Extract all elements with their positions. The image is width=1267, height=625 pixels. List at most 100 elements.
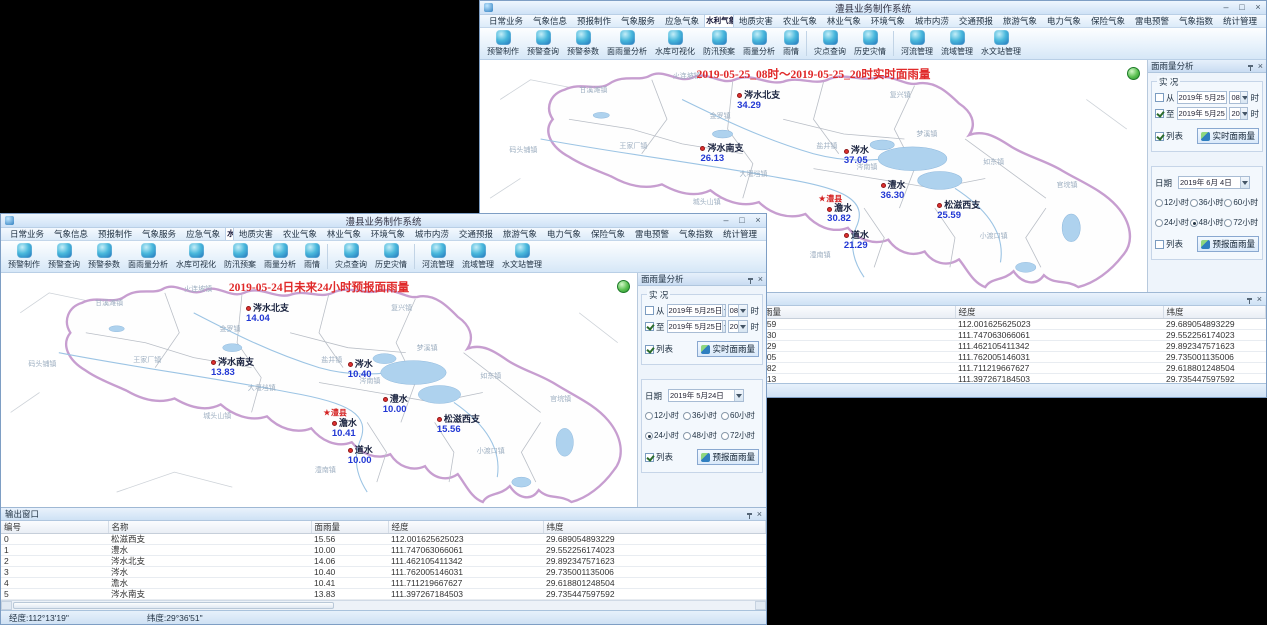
- forecast-rainfall-button[interactable]: 预报面雨量: [1197, 236, 1259, 252]
- tab-水利气象[interactable]: 水利气象: [225, 228, 234, 240]
- maximize-button[interactable]: □: [1234, 1, 1250, 14]
- output-panel-header[interactable]: 输出窗口 ×: [1, 508, 766, 521]
- tab-电力气象[interactable]: 电力气象: [1042, 15, 1086, 27]
- tab-旅游气象[interactable]: 旅游气象: [998, 15, 1042, 27]
- toolbar-button-水库可视化[interactable]: 水库可视化: [651, 29, 699, 58]
- toolbar-button-防汛预案[interactable]: 防汛预案: [699, 29, 739, 58]
- column-header-经度[interactable]: 经度: [388, 521, 543, 534]
- duration-radio-72小时[interactable]: 72小时: [1224, 217, 1259, 228]
- to-checkbox[interactable]: [645, 322, 654, 331]
- to-date-select[interactable]: 2019年 5月25日: [1177, 107, 1228, 120]
- basin-marker-澹水[interactable]: 澹水30.82: [827, 204, 852, 224]
- from-hour-select[interactable]: 08: [728, 304, 749, 317]
- tab-环境气象[interactable]: 环境气象: [366, 228, 410, 240]
- forecast-date-select[interactable]: 2019年 5月24日: [668, 389, 744, 402]
- basin-marker-澹水[interactable]: 澹水10.41: [332, 419, 357, 439]
- minimize-button[interactable]: –: [718, 214, 734, 227]
- toolbar-button-雨量分析[interactable]: 雨量分析: [260, 242, 300, 271]
- live-list-checkbox[interactable]: [645, 345, 654, 354]
- tab-雷电预警[interactable]: 雷电预警: [1130, 15, 1174, 27]
- output-close-icon[interactable]: ×: [1257, 294, 1262, 304]
- tab-日常业务[interactable]: 日常业务: [484, 15, 528, 27]
- tab-城市内涝[interactable]: 城市内涝: [910, 15, 954, 27]
- toolbar-button-历史灾情[interactable]: 历史灾情: [371, 242, 411, 271]
- pin-icon[interactable]: [1247, 298, 1252, 300]
- column-header-面雨量[interactable]: 面雨量: [311, 521, 388, 534]
- tab-雷电预警[interactable]: 雷电预警: [630, 228, 674, 240]
- tab-预报制作[interactable]: 预报制作: [572, 15, 616, 27]
- basin-marker-涔水南支[interactable]: 涔水南支26.13: [700, 144, 743, 164]
- duration-radio-12小时[interactable]: 12小时: [1155, 197, 1190, 208]
- column-header-纬度[interactable]: 纬度: [1163, 306, 1266, 319]
- pin-icon[interactable]: [1248, 65, 1253, 67]
- tab-气象信息[interactable]: 气象信息: [49, 228, 93, 240]
- output-close-icon[interactable]: ×: [757, 509, 762, 519]
- column-header-纬度[interactable]: 纬度: [543, 521, 766, 534]
- tab-林业气象[interactable]: 林业气象: [822, 15, 866, 27]
- map-canvas[interactable]: 甘溪滩镇火连坡镇金罗镇码头铺镇王家厂镇盐井镇复兴镇梦溪镇大堰垱镇涔南镇如东镇官垸…: [1, 273, 638, 507]
- table-row[interactable]: 3涔水10.40111.76200514603129.735001135006: [1, 567, 766, 578]
- table-row[interactable]: 2涔水北支14.06111.46210541134229.89234757162…: [1, 556, 766, 567]
- tab-气象指数[interactable]: 气象指数: [674, 228, 718, 240]
- duration-radio-60小时[interactable]: 60小时: [721, 410, 759, 421]
- tab-气象服务[interactable]: 气象服务: [137, 228, 181, 240]
- column-header-名称[interactable]: 名称: [108, 521, 311, 534]
- toolbar-button-水文站管理[interactable]: 水文站管理: [498, 242, 546, 271]
- toolbar-button-水库可视化[interactable]: 水库可视化: [172, 242, 220, 271]
- toolbar-button-雨量分析[interactable]: 雨量分析: [739, 29, 779, 58]
- tab-地质灾害[interactable]: 地质灾害: [234, 228, 278, 240]
- to-checkbox[interactable]: [1155, 109, 1164, 118]
- toolbar-button-河流管理[interactable]: 河流管理: [418, 242, 458, 271]
- panel-close-icon[interactable]: ×: [1258, 61, 1263, 71]
- tab-统计管理[interactable]: 统计管理: [718, 228, 762, 240]
- to-hour-select[interactable]: 20: [728, 320, 749, 333]
- basin-marker-澧水[interactable]: 澧水10.00: [383, 395, 408, 415]
- basin-marker-涔水[interactable]: 涔水10.40: [348, 360, 373, 380]
- tab-电力气象[interactable]: 电力气象: [542, 228, 586, 240]
- live-list-checkbox[interactable]: [1155, 132, 1164, 141]
- toolbar-button-预警查询[interactable]: 预警查询: [523, 29, 563, 58]
- table-row[interactable]: 0松滋西支15.56112.00162562502329.68905489322…: [1, 534, 766, 545]
- toolbar-button-预警制作[interactable]: 预警制作: [483, 29, 523, 58]
- tab-水利气象[interactable]: 水利气象: [704, 15, 734, 27]
- forecast-date-select[interactable]: 2019年 6月 4日: [1178, 176, 1250, 189]
- forecast-rainfall-button[interactable]: 预报面雨量: [697, 449, 759, 465]
- toolbar-button-预警参数[interactable]: 预警参数: [84, 242, 124, 271]
- tab-应急气象[interactable]: 应急气象: [660, 15, 704, 27]
- tab-气象服务[interactable]: 气象服务: [616, 15, 660, 27]
- live-rainfall-button[interactable]: 实时面雨量: [697, 341, 759, 357]
- toolbar-button-流域管理[interactable]: 流域管理: [458, 242, 498, 271]
- column-header-面雨量[interactable]: 面雨量: [752, 306, 955, 319]
- maximize-button[interactable]: □: [734, 214, 750, 227]
- forecast-list-checkbox[interactable]: [645, 453, 654, 462]
- to-hour-select[interactable]: 20: [1229, 107, 1248, 120]
- duration-radio-48小时[interactable]: 48小时: [683, 430, 721, 441]
- close-button[interactable]: ×: [750, 214, 766, 227]
- horizontal-scrollbar[interactable]: [1, 600, 766, 610]
- from-checkbox[interactable]: [1155, 93, 1164, 102]
- title-bar[interactable]: 澧县业务制作系统 – □ ×: [480, 1, 1266, 15]
- duration-radio-36小时[interactable]: 36小时: [1190, 197, 1225, 208]
- basin-marker-松滋西支[interactable]: 松滋西支25.59: [937, 201, 980, 221]
- toolbar-button-预警参数[interactable]: 预警参数: [563, 29, 603, 58]
- toolbar-button-面雨量分析[interactable]: 面雨量分析: [124, 242, 172, 271]
- from-hour-select[interactable]: 08: [1229, 91, 1248, 104]
- duration-radio-72小时[interactable]: 72小时: [721, 430, 759, 441]
- panel-close-icon[interactable]: ×: [758, 274, 763, 284]
- tab-林业气象[interactable]: 林业气象: [322, 228, 366, 240]
- tab-交通预报[interactable]: 交通预报: [954, 15, 998, 27]
- toolbar-button-灾点查询[interactable]: 灾点查询: [331, 242, 371, 271]
- toolbar-button-防汛预案[interactable]: 防汛预案: [220, 242, 260, 271]
- title-bar[interactable]: 澧县业务制作系统 – □ ×: [1, 214, 766, 228]
- tab-交通预报[interactable]: 交通预报: [454, 228, 498, 240]
- scroll-left-icon[interactable]: [1, 601, 12, 610]
- from-checkbox[interactable]: [645, 306, 654, 315]
- scrollbar-thumb[interactable]: [13, 602, 334, 609]
- basin-marker-涔水北支[interactable]: 涔水北支34.29: [737, 91, 780, 111]
- tab-地质灾害[interactable]: 地质灾害: [734, 15, 778, 27]
- tab-旅游气象[interactable]: 旅游气象: [498, 228, 542, 240]
- table-row[interactable]: 5涔水南支13.83111.39726718450329.73544759759…: [1, 589, 766, 600]
- basin-marker-涔水南支[interactable]: 涔水南支13.83: [211, 358, 254, 378]
- basin-marker-澧水[interactable]: 澧水36.30: [881, 181, 906, 201]
- toolbar-button-雨情[interactable]: 雨情: [300, 242, 324, 271]
